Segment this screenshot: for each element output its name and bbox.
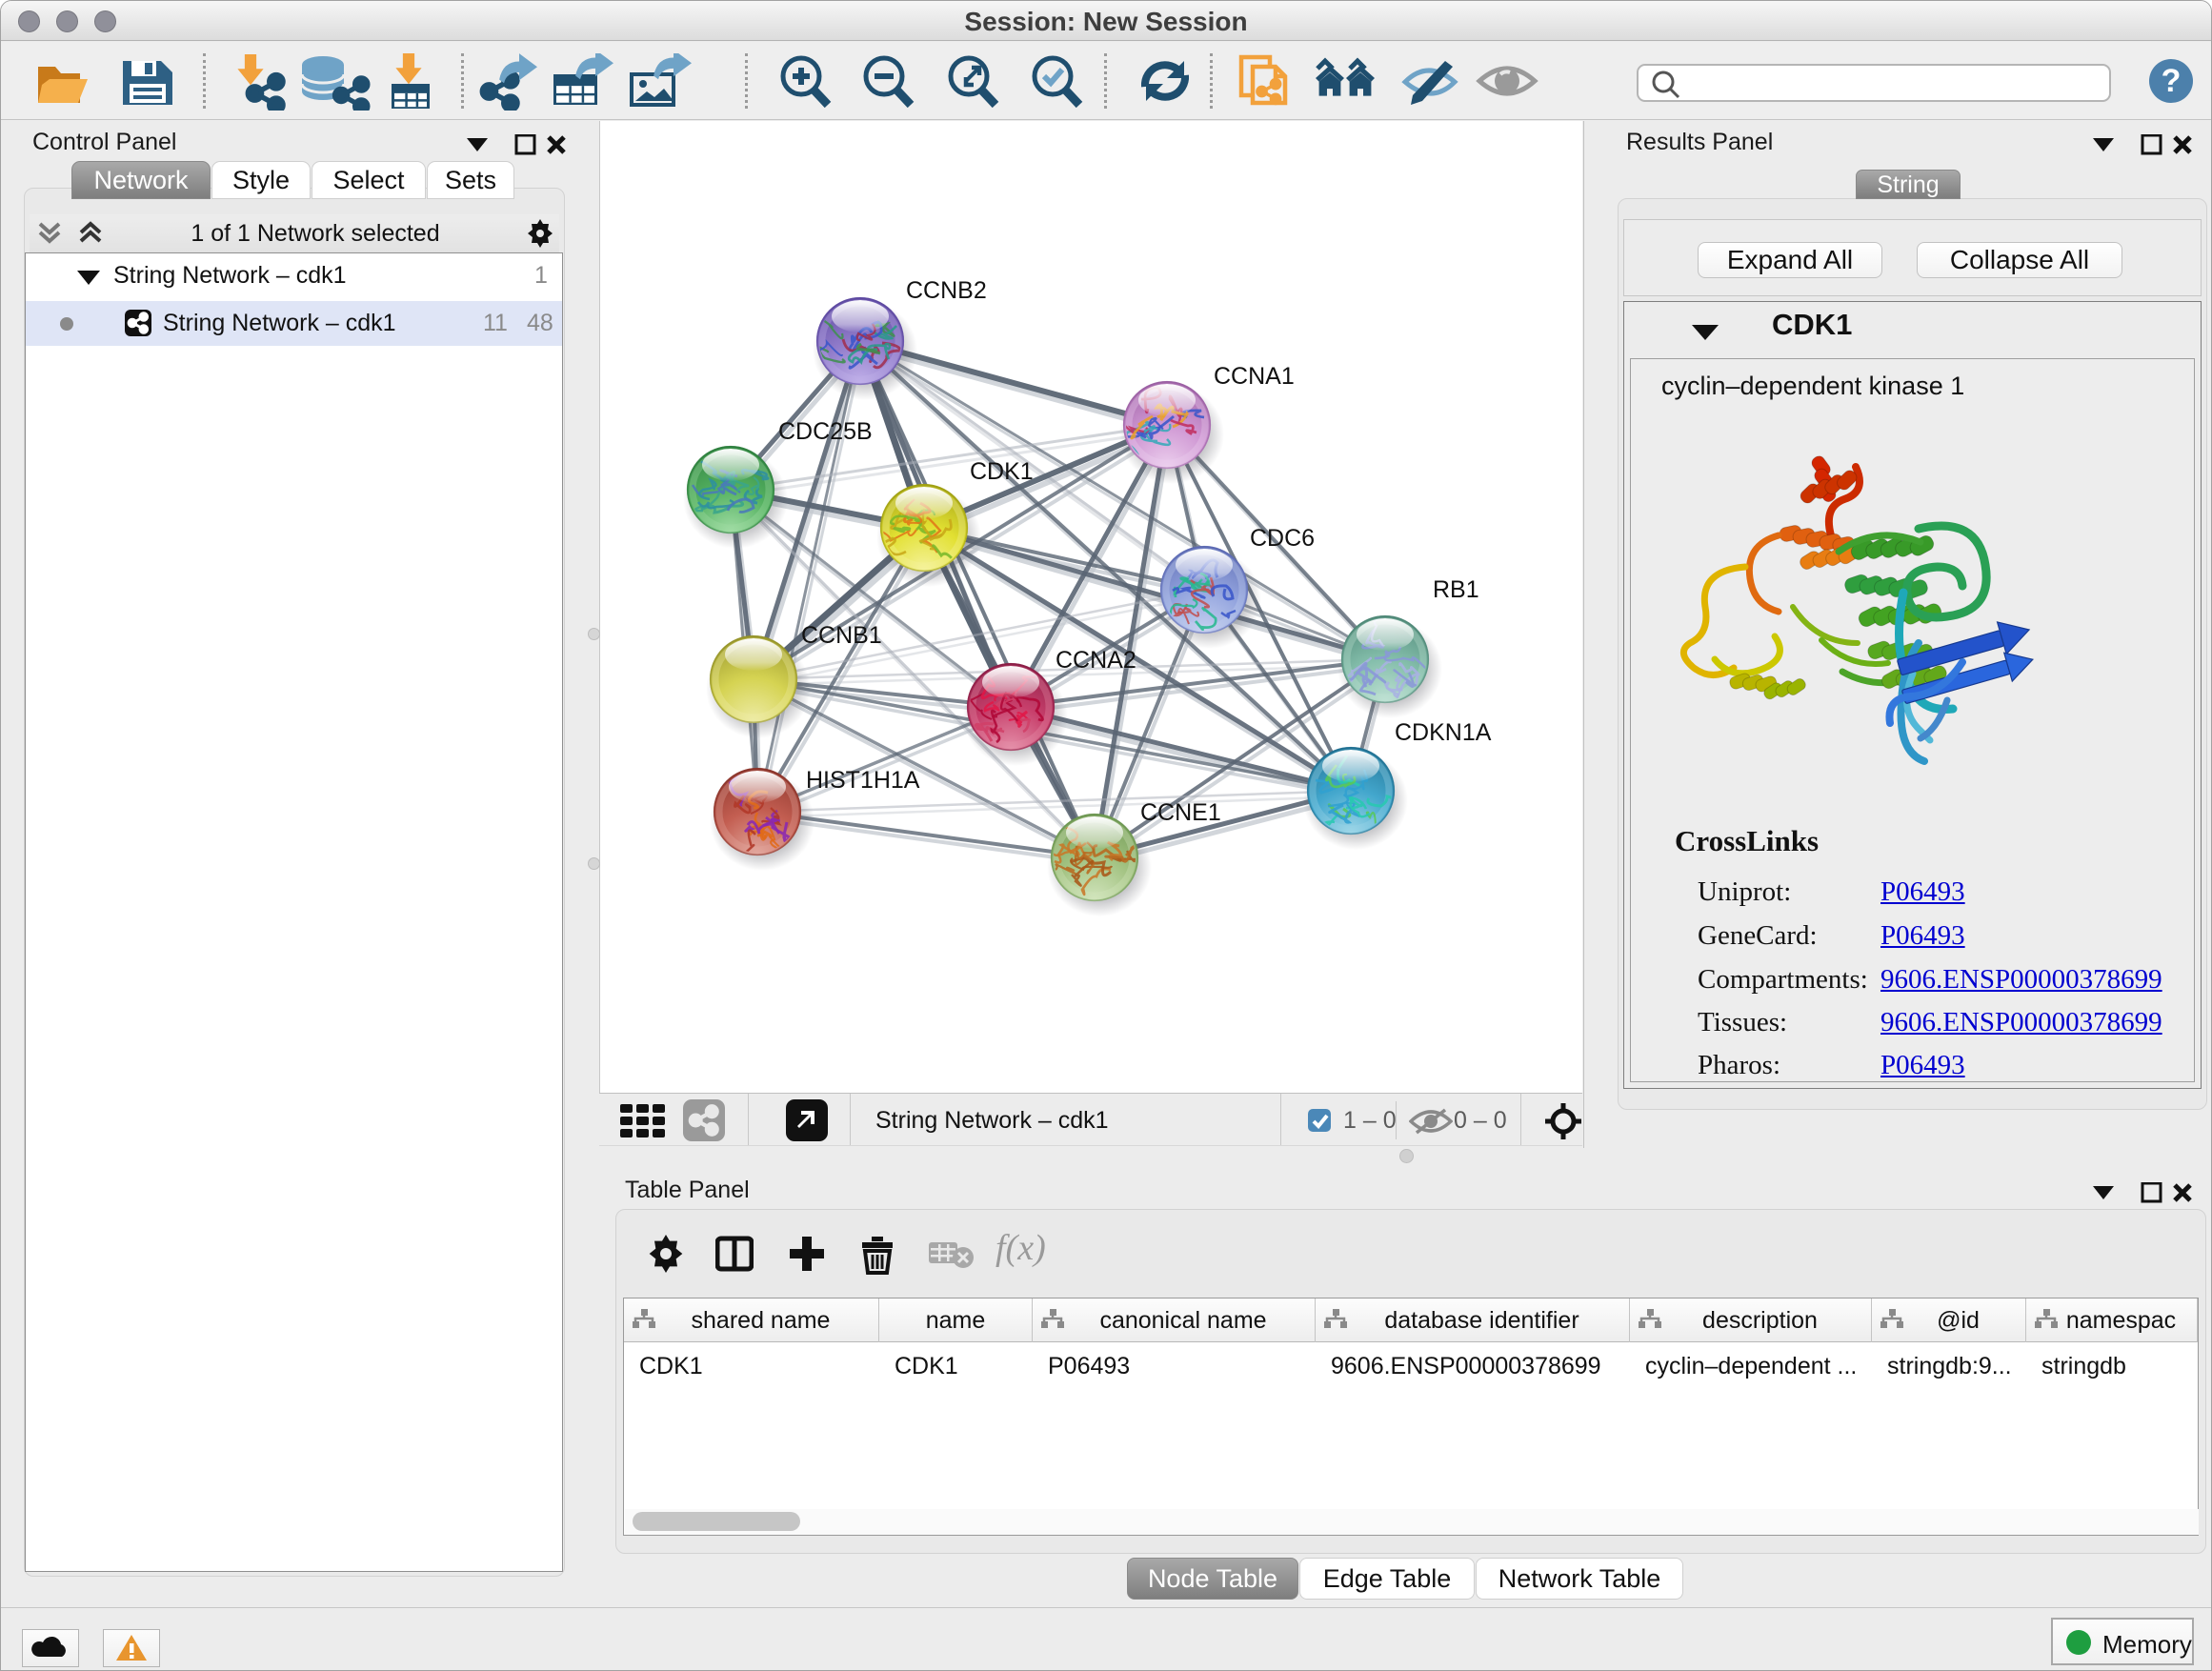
svg-text:CDC6: CDC6 <box>1250 525 1315 552</box>
svg-text:CCNB2: CCNB2 <box>906 277 987 304</box>
svg-text:CDKN1A: CDKN1A <box>1395 719 1492 746</box>
svg-text:RB1: RB1 <box>1433 576 1479 603</box>
svg-text:CDC25B: CDC25B <box>778 418 873 445</box>
svg-text:CDK1: CDK1 <box>970 458 1034 485</box>
svg-text:HIST1H1A: HIST1H1A <box>806 767 920 794</box>
svg-text:CCNA2: CCNA2 <box>1056 647 1136 674</box>
svg-text:CCNB1: CCNB1 <box>801 622 882 649</box>
svg-text:CCNE1: CCNE1 <box>1140 799 1221 826</box>
svg-text:CCNA1: CCNA1 <box>1214 363 1295 390</box>
